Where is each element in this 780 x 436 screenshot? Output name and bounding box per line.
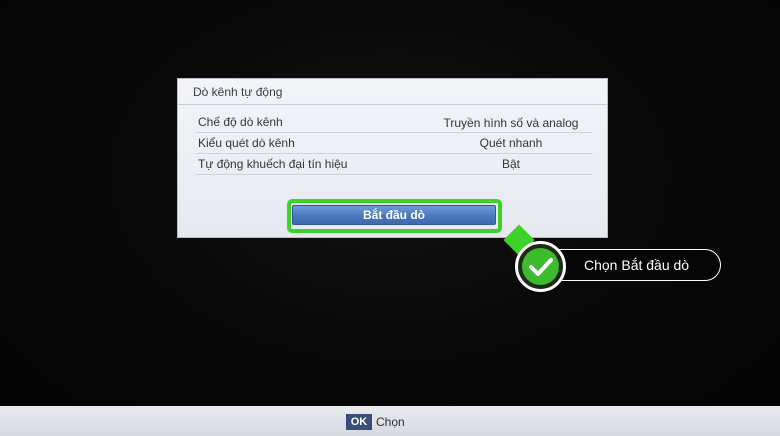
setting-row-scan-type[interactable]: Kiểu quét dò kênh Quét nhanh [196, 133, 592, 154]
setting-row-tuning-mode[interactable]: Chế độ dò kênh Truyền hình số và analog [196, 112, 592, 133]
setting-row-auto-gain[interactable]: Tự động khuếch đại tín hiệu Bật [196, 154, 592, 175]
callout-badge [515, 241, 566, 292]
setting-label: Chế độ dò kênh [198, 115, 283, 129]
footer-bar: OK Chọn [0, 406, 780, 436]
title-divider [178, 104, 607, 105]
ok-key-icon: OK [346, 414, 372, 430]
highlight-frame [287, 199, 502, 233]
dialog-title: Dò kênh tự động [193, 85, 283, 99]
callout-text: Chọn Bắt đầu dò [584, 257, 690, 273]
setting-value: Quét nhanh [479, 136, 543, 150]
tv-screen: Dò kênh tự động Chế độ dò kênh Truyền hì… [0, 0, 780, 436]
check-icon [522, 248, 559, 285]
setting-value: Truyền hình số và analog [443, 116, 579, 130]
setting-label: Kiểu quét dò kênh [198, 136, 295, 150]
callout-label-box: Chọn Bắt đầu dò [540, 249, 721, 281]
ok-hint-label: Chọn [376, 415, 405, 429]
setting-label: Tự động khuếch đại tín hiệu [198, 157, 348, 171]
setting-value: Bật [501, 157, 520, 171]
settings-list: Chế độ dò kênh Truyền hình số và analog … [196, 112, 592, 175]
